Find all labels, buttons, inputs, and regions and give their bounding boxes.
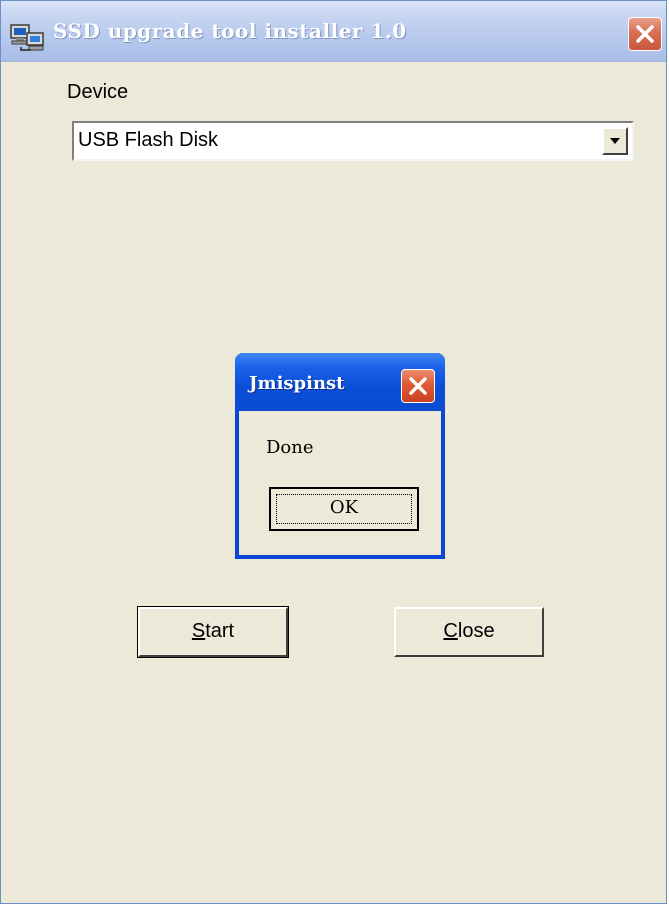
dialog-close-button[interactable] xyxy=(401,369,435,403)
close-button-label: lose xyxy=(457,620,495,642)
window-close-button[interactable] xyxy=(628,17,662,51)
device-dropdown-button[interactable] xyxy=(602,127,628,155)
window-title: SSD upgrade tool installer 1.0 xyxy=(53,19,407,43)
chevron-down-icon xyxy=(610,138,620,144)
ok-button-label: OK xyxy=(329,497,359,518)
close-icon xyxy=(636,25,654,43)
dialog-message: Done xyxy=(266,437,314,458)
dialog-body: Done OK xyxy=(239,411,441,555)
dialog-title: Jmispinst xyxy=(249,373,345,394)
ok-button[interactable]: OK xyxy=(269,487,419,531)
computer-network-icon xyxy=(9,21,47,53)
close-button-mnemonic: C xyxy=(443,620,458,642)
installer-window: SSD upgrade tool installer 1.0 Device US… xyxy=(0,0,667,904)
dialog-titlebar[interactable]: Jmispinst xyxy=(235,353,445,413)
close-icon xyxy=(409,377,427,395)
start-button[interactable]: Start xyxy=(137,606,289,658)
device-dropdown[interactable]: USB Flash Disk xyxy=(72,121,634,161)
start-button-label: tart xyxy=(205,620,235,642)
device-label: Device xyxy=(67,81,129,103)
window-titlebar[interactable]: SSD upgrade tool installer 1.0 xyxy=(1,1,666,62)
close-button[interactable]: Close xyxy=(394,607,544,657)
device-selected-value: USB Flash Disk xyxy=(78,129,219,151)
start-button-mnemonic: S xyxy=(191,620,206,642)
message-dialog: Jmispinst Done OK xyxy=(235,353,445,559)
